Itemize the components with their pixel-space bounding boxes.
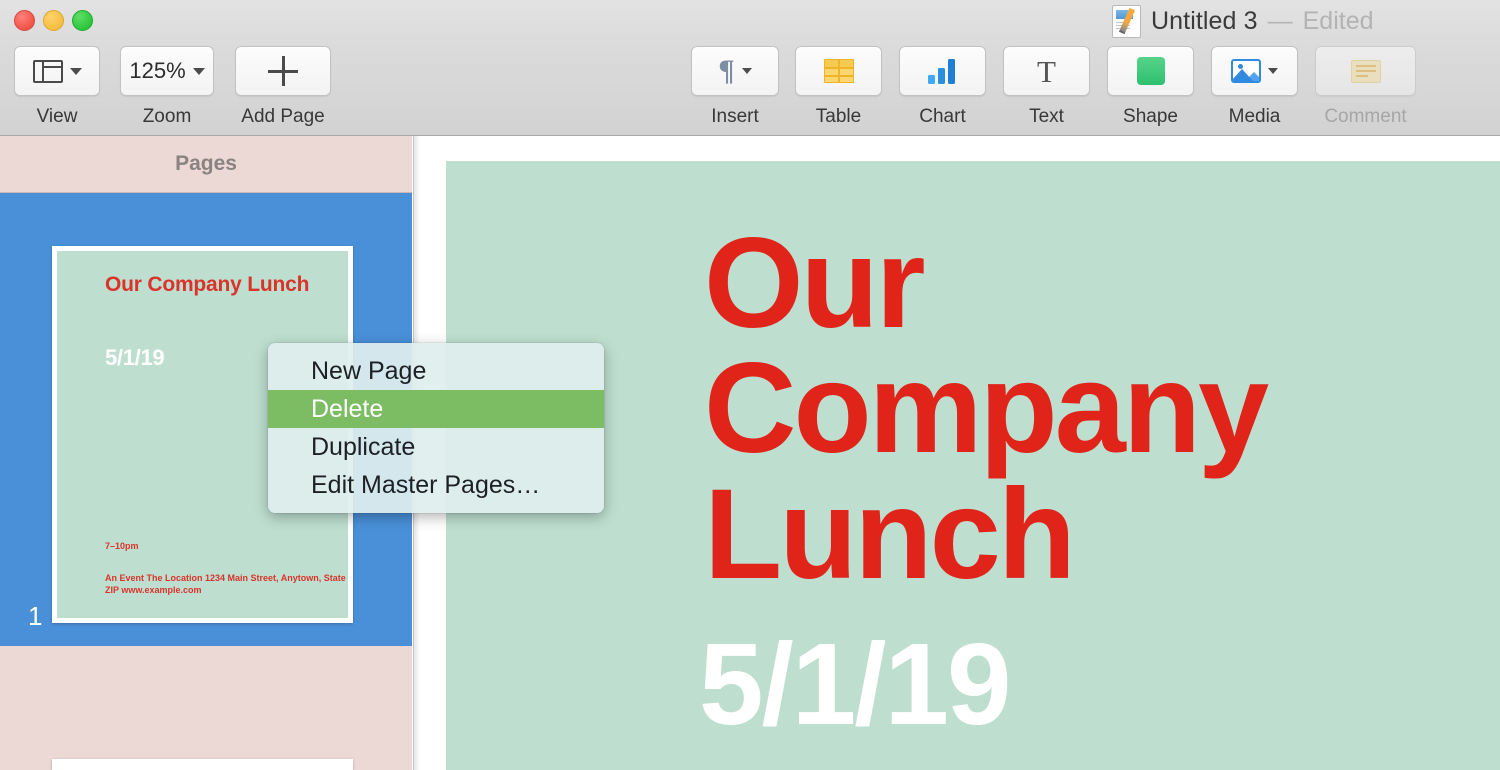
toolbar-item-text: T Text [1003,46,1090,128]
text-t-icon: T [1037,53,1056,89]
page-thumbnail-2-canvas: Our Company Lunch [57,764,348,770]
document-page-1[interactable]: Our Company Lunch 5/1/19 [446,161,1500,770]
green-square-icon [1136,57,1165,85]
chevron-down-icon [1268,68,1278,74]
document-title-area[interactable]: Untitled 3 — Edited [1112,4,1374,38]
zoom-label: Zoom [142,106,192,127]
thumb-title-1: Our Company Lunch [105,273,310,296]
table-label: Table [815,106,862,127]
shape-button[interactable] [1107,46,1194,96]
page-thumbnail-2[interactable]: Our Company Lunch [52,759,353,770]
chevron-down-icon [741,68,752,74]
comment-button [1315,46,1416,96]
toolbar-item-comment: Comment [1315,46,1416,128]
plus-icon [268,56,298,86]
zoom-level-value: 125% [129,58,186,83]
document-title: Untitled 3 [1151,6,1258,35]
context-menu-item-new-page[interactable]: New Page [268,352,604,390]
media-button[interactable] [1211,46,1298,96]
insert-label: Insert [711,106,759,127]
sidebar-page-item-2[interactable]: Our Company Lunch [0,648,412,770]
sticky-note-icon [1350,59,1381,83]
traffic-lights [14,10,93,31]
text-button[interactable]: T [1003,46,1090,96]
chart-label: Chart [919,106,966,127]
toolbar-item-shape: Shape [1107,46,1194,128]
table-grid-icon [823,59,854,83]
toolbar-item-view: View [14,46,100,128]
toolbar-item-add-page: Add Page [235,46,331,128]
pilcrow-icon: ¶ [718,54,735,87]
document-edit-state: Edited [1302,6,1374,35]
pages-app-window: Untitled 3 — Edited View 125% Zoom Add P… [0,0,1500,770]
toolbar-item-chart: Chart [899,46,986,128]
document-date[interactable]: 5/1/19 [699,626,1012,742]
view-label: View [36,106,78,127]
sidebar-header: Pages [0,136,412,193]
close-window-button[interactable] [14,10,35,31]
context-menu-item-edit-master-pages[interactable]: Edit Master Pages… [268,466,604,504]
shape-label: Shape [1123,106,1178,127]
comment-label: Comment [1324,106,1407,127]
context-menu-item-delete[interactable]: Delete [268,390,604,428]
chevron-down-icon [192,67,205,75]
view-button[interactable] [14,46,100,96]
chevron-down-icon [69,67,82,75]
toolbar-item-zoom: 125% Zoom [120,46,214,128]
sidebar-title: Pages [175,152,237,175]
document-icon-lines [1116,21,1130,33]
toolbar-item-media: Media [1211,46,1298,128]
add-page-button[interactable] [235,46,331,96]
add-page-label: Add Page [241,106,325,127]
media-label: Media [1228,106,1281,127]
bar-chart-icon [927,58,958,84]
page-context-menu: New Page Delete Duplicate Edit Master Pa… [268,343,604,513]
toolbar-item-insert: ¶ Insert [691,46,779,128]
context-menu-item-duplicate[interactable]: Duplicate [268,428,604,466]
chart-button[interactable] [899,46,986,96]
zoom-window-button[interactable] [72,10,93,31]
pages-document-icon [1112,4,1141,38]
table-button[interactable] [795,46,882,96]
thumb-details-1: An Event The Location 1234 Main Street, … [105,573,346,595]
window-titlebar-toolbar: Untitled 3 — Edited View 125% Zoom Add P… [0,0,1500,136]
thumb-date-1: 5/1/19 [105,345,165,370]
title-separator: — [1267,6,1293,35]
toolbar-item-table: Table [795,46,882,128]
sidebar-layout-icon [32,59,63,83]
page-number-badge-1: 1 [28,601,43,631]
text-label: Text [1029,106,1064,127]
document-headline[interactable]: Our Company Lunch [704,219,1269,598]
minimize-window-button[interactable] [43,10,64,31]
zoom-button[interactable]: 125% [120,46,214,96]
photo-icon [1231,59,1261,83]
thumb-time-1: 7–10pm [105,541,139,551]
insert-button[interactable]: ¶ [691,46,779,96]
